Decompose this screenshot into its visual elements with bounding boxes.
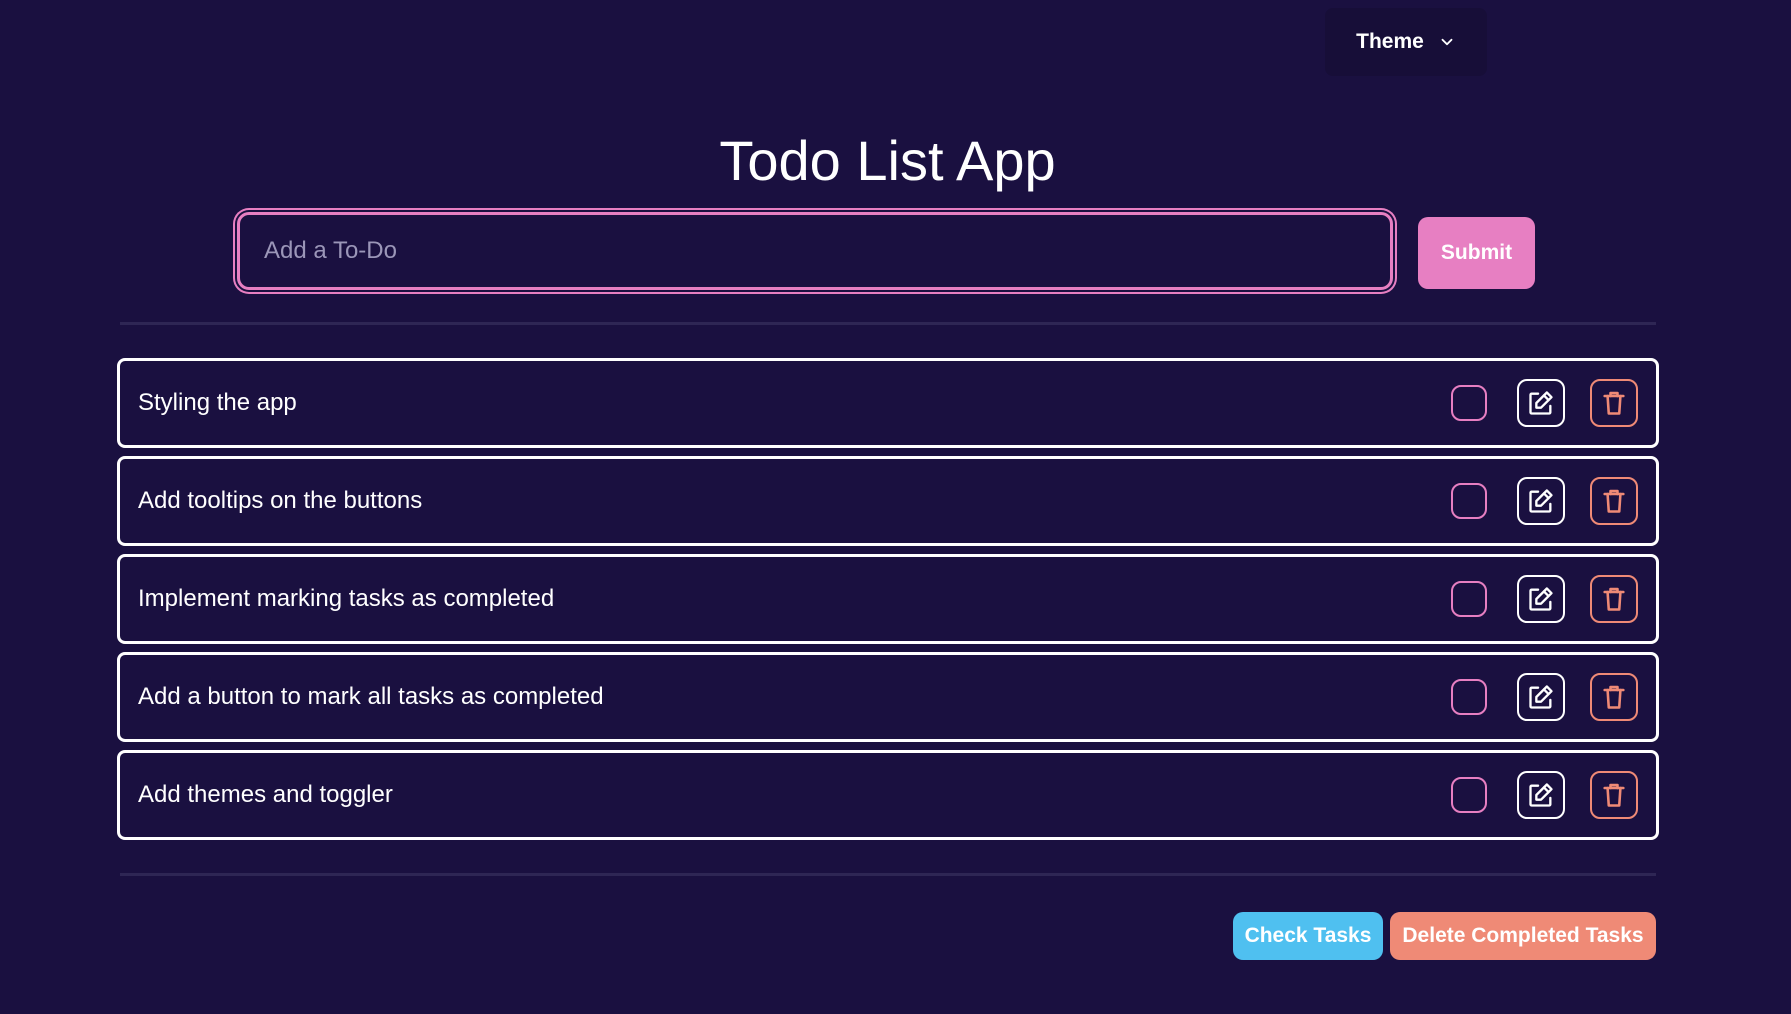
todo-text: Add tooltips on the buttons: [138, 487, 423, 514]
pencil-square-icon: [1527, 487, 1555, 515]
todo-input[interactable]: [237, 212, 1393, 290]
todo-item: Add a button to mark all tasks as comple…: [117, 652, 1659, 742]
top-divider: [120, 322, 1656, 325]
trash-icon: [1600, 781, 1628, 809]
todo-text: Styling the app: [138, 389, 297, 416]
todo-item: Add tooltips on the buttons: [117, 456, 1659, 546]
trash-icon: [1600, 683, 1628, 711]
todo-text: Add themes and toggler: [138, 781, 393, 808]
todo-item: Implement marking tasks as completed: [117, 554, 1659, 644]
pencil-square-icon: [1527, 683, 1555, 711]
delete-button[interactable]: [1590, 575, 1638, 623]
edit-button[interactable]: [1517, 379, 1565, 427]
todo-text: Implement marking tasks as completed: [138, 585, 555, 612]
pencil-square-icon: [1527, 585, 1555, 613]
edit-button[interactable]: [1517, 575, 1565, 623]
theme-dropdown[interactable]: Theme: [1325, 8, 1487, 76]
trash-icon: [1600, 389, 1628, 417]
edit-button[interactable]: [1517, 771, 1565, 819]
trash-icon: [1600, 487, 1628, 515]
delete-button[interactable]: [1590, 673, 1638, 721]
check-tasks-button[interactable]: Check Tasks: [1233, 912, 1383, 960]
todo-list: Styling the app Add tooltips on the butto…: [117, 358, 1659, 840]
todo-complete-checkbox[interactable]: [1451, 581, 1487, 617]
todo-text: Add a button to mark all tasks as comple…: [138, 683, 604, 710]
pencil-square-icon: [1527, 389, 1555, 417]
theme-label: Theme: [1356, 30, 1424, 53]
trash-icon: [1600, 585, 1628, 613]
todo-complete-checkbox[interactable]: [1451, 483, 1487, 519]
delete-completed-tasks-button[interactable]: Delete Completed Tasks: [1390, 912, 1656, 960]
edit-button[interactable]: [1517, 477, 1565, 525]
delete-button[interactable]: [1590, 379, 1638, 427]
todo-item: Styling the app: [117, 358, 1659, 448]
chevron-down-icon: [1441, 38, 1453, 46]
delete-button[interactable]: [1590, 771, 1638, 819]
todo-item: Add themes and toggler: [117, 750, 1659, 840]
submit-button[interactable]: Submit: [1418, 217, 1535, 289]
bottom-divider: [120, 873, 1656, 876]
todo-app-page: Theme Todo List App Submit Styling the a…: [0, 0, 1791, 1014]
todo-complete-checkbox[interactable]: [1451, 777, 1487, 813]
edit-button[interactable]: [1517, 673, 1565, 721]
todo-complete-checkbox[interactable]: [1451, 385, 1487, 421]
todo-complete-checkbox[interactable]: [1451, 679, 1487, 715]
page-title: Todo List App: [719, 129, 1056, 192]
delete-button[interactable]: [1590, 477, 1638, 525]
pencil-square-icon: [1527, 781, 1555, 809]
